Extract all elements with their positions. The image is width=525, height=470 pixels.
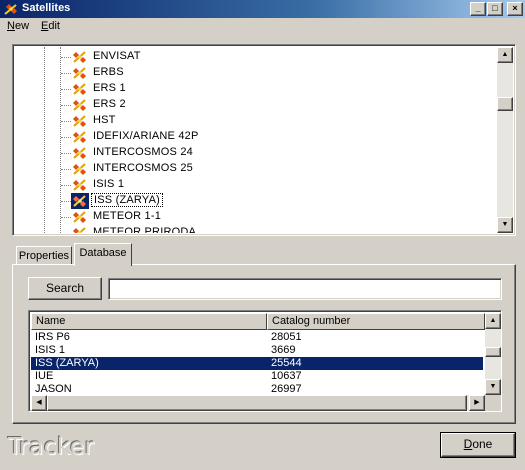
tree-item-label: ERS 2	[93, 98, 126, 110]
maximize-button[interactable]: □	[487, 2, 503, 16]
satellite-icon	[71, 97, 89, 113]
done-button[interactable]: Done	[440, 432, 516, 458]
list-row[interactable]: ISS (ZARYA) 25544	[31, 357, 483, 370]
scroll-corner	[485, 395, 501, 411]
satellite-icon	[71, 225, 89, 233]
tree-item[interactable]: HST	[15, 113, 497, 129]
satellite-icon	[71, 65, 89, 81]
list-cell-catalog: 3669	[271, 344, 296, 356]
list-cell-catalog: 25544	[271, 357, 302, 369]
list-row[interactable]: ISIS 1 3669	[31, 344, 483, 357]
satellite-icon	[71, 113, 89, 129]
tree-item[interactable]: ENVISAT	[15, 49, 497, 65]
scroll-up-icon[interactable]: ▲	[485, 313, 501, 329]
tree-item-label: ERBS	[93, 66, 124, 78]
list-scroll-thumb[interactable]	[485, 347, 501, 357]
list-row[interactable]: IUE 10637	[31, 370, 483, 383]
satellite-icon	[71, 177, 89, 193]
tree-item[interactable]: INTERCOSMOS 25	[15, 161, 497, 177]
tree-line	[61, 121, 71, 122]
tree-item[interactable]: ERS 2	[15, 97, 497, 113]
tree-line	[61, 89, 71, 90]
tree-item[interactable]: ISIS 1	[15, 177, 497, 193]
tree-item-label: IDEFIX/ARIANE 42P	[93, 130, 199, 142]
tree-item-label: INTERCOSMOS 25	[93, 162, 193, 174]
satellite-icon	[71, 145, 89, 161]
minimize-button[interactable]: _	[470, 2, 486, 16]
list-cell-name: IUE	[35, 370, 54, 382]
column-name-header[interactable]: Name	[31, 313, 267, 330]
tree-item-label: INTERCOSMOS 24	[93, 146, 193, 158]
satellite-icon	[71, 209, 89, 225]
tree-line	[61, 217, 71, 218]
tree-item-label: ISS (ZARYA)	[91, 193, 163, 207]
menu-edit[interactable]: Edit	[41, 20, 60, 32]
tree-line	[61, 153, 71, 154]
tree-scroll-thumb[interactable]	[497, 97, 513, 111]
done-mnemonic: D	[463, 437, 473, 451]
satellite-icon	[71, 161, 89, 177]
satellite-icon	[71, 193, 89, 209]
satellite-list[interactable]: Name Catalog number IRS P6 28051 ISIS 1 366…	[28, 310, 502, 412]
column-catalog-header[interactable]: Catalog number	[267, 313, 485, 330]
tree-item[interactable]: ISS (ZARYA)	[15, 193, 497, 209]
satellite-icon	[4, 4, 17, 15]
tree-vscrollbar[interactable]: ▲ ▼	[497, 47, 513, 233]
satellite-tree[interactable]: ENVISAT ERBS ERS 1 ERS 2 HST IDEFIX/ARIANE 42…	[12, 44, 516, 236]
tree-item-label: METEOR 1-1	[93, 210, 162, 222]
tree-item[interactable]: METEOR 1-1	[15, 209, 497, 225]
tree-line	[61, 57, 71, 58]
tree-item-label: ERS 1	[93, 82, 126, 94]
menu-bar: New Edit	[0, 18, 525, 37]
list-row[interactable]: IRS P6 28051	[31, 331, 483, 344]
tree-item[interactable]: INTERCOSMOS 24	[15, 145, 497, 161]
tree-item[interactable]: METEOR PRIRODA	[15, 225, 497, 233]
tree-line	[61, 73, 71, 74]
list-hscrollbar[interactable]: ◀ ▶	[31, 395, 485, 411]
title-bar[interactable]: Satellites _ □ ×	[0, 0, 525, 18]
scroll-right-icon[interactable]: ▶	[469, 395, 485, 411]
window-title: Satellites	[22, 2, 71, 14]
menu-new-mnemonic: N	[7, 20, 15, 32]
satellite-icon	[71, 49, 89, 65]
list-cell-name: IRS P6	[35, 331, 70, 343]
list-cell-name: ISIS 1	[35, 344, 65, 356]
satellite-icon	[71, 129, 89, 145]
menu-new[interactable]: New	[7, 20, 29, 32]
search-button[interactable]: Search	[28, 277, 102, 300]
list-cell-catalog: 28051	[271, 331, 302, 343]
tree-item[interactable]: IDEFIX/ARIANE 42P	[15, 129, 497, 145]
tree-item-label: ISIS 1	[93, 178, 125, 190]
tracker-logo: Tracker	[8, 434, 95, 460]
list-cell-name: ISS (ZARYA)	[35, 357, 99, 369]
scroll-left-icon[interactable]: ◀	[31, 395, 47, 411]
tree-line	[61, 201, 71, 202]
list-hscroll-thumb[interactable]	[47, 395, 467, 411]
tree-line	[61, 105, 71, 106]
done-label: one	[472, 437, 493, 451]
tree-content: ENVISAT ERBS ERS 1 ERS 2 HST IDEFIX/ARIANE 42…	[15, 47, 497, 233]
list-cell-catalog: 10637	[271, 370, 302, 382]
tab-database[interactable]: Database	[74, 243, 132, 266]
menu-new-label: ew	[14, 20, 30, 32]
scroll-down-icon[interactable]: ▼	[485, 379, 501, 395]
scroll-down-icon[interactable]: ▼	[497, 217, 513, 233]
close-button[interactable]: ×	[507, 2, 523, 16]
scroll-up-icon[interactable]: ▲	[497, 47, 513, 63]
tree-line	[61, 137, 71, 138]
search-input[interactable]	[108, 278, 502, 300]
tree-item[interactable]: ERS 1	[15, 81, 497, 97]
tree-item-label: ENVISAT	[93, 50, 141, 62]
menu-edit-label: dit	[48, 20, 60, 32]
list-vscrollbar[interactable]: ▲ ▼	[485, 313, 501, 395]
tree-item-label: HST	[93, 114, 116, 126]
tree-line	[61, 169, 71, 170]
tree-item-label: METEOR PRIRODA	[93, 226, 197, 233]
tree-line	[61, 185, 71, 186]
tree-item[interactable]: ERBS	[15, 65, 497, 81]
satellite-icon	[71, 81, 89, 97]
satellites-window: Satellites _ □ × New Edit ENVISAT ERBS ERS…	[0, 0, 525, 470]
